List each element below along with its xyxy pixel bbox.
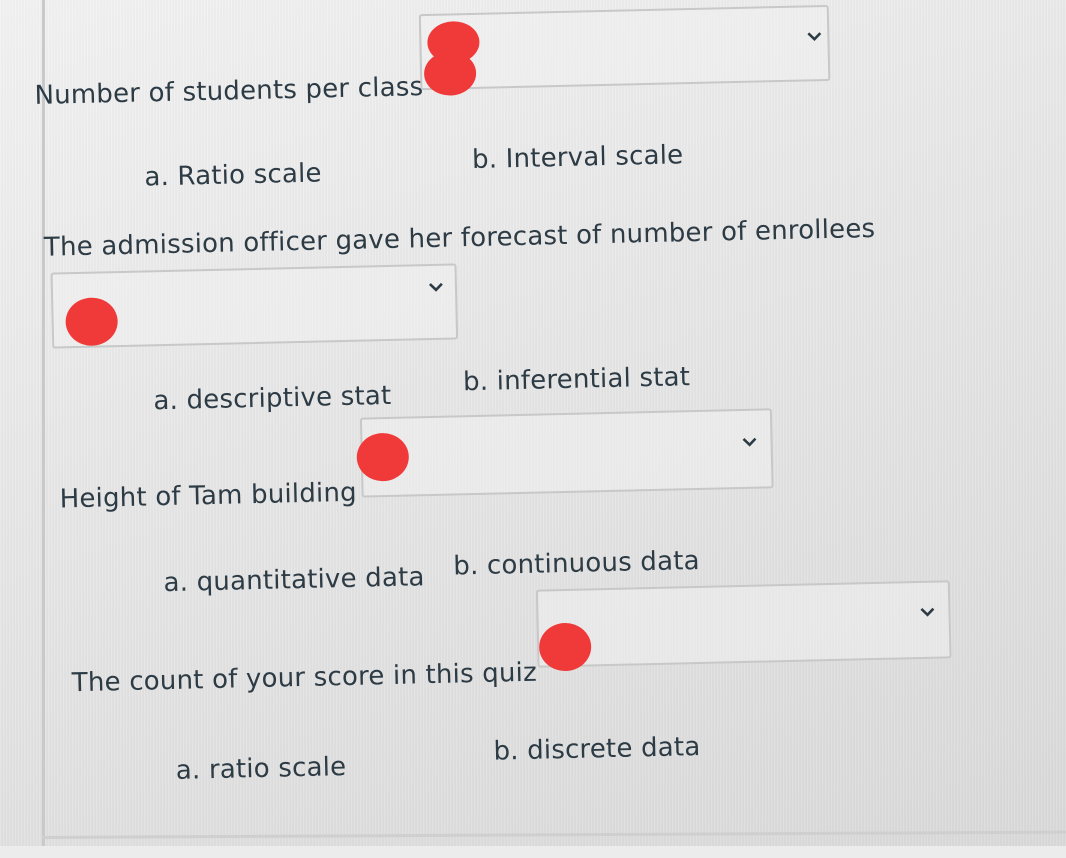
question-2-prompt: The admission officer gave her forecast … [43, 213, 876, 263]
chevron-down-icon [428, 282, 443, 292]
chevron-down-icon [920, 607, 935, 617]
question-1-option-b: b. Interval scale [471, 140, 684, 176]
redaction-dot [423, 50, 477, 97]
question-3-option-b: b. continuous data [452, 545, 701, 582]
question-3-option-a: a. quantitative data [163, 562, 425, 599]
question-1-option-a: a. Ratio scale [144, 158, 322, 193]
question-2-option-a: a. descriptive stat [153, 380, 392, 417]
question-4-prompt: The count of your score in this quiz [71, 657, 538, 699]
question-1-prompt: Number of students per class [34, 72, 424, 111]
question-2-option-b: b. inferential stat [462, 362, 691, 398]
quiz-page: Number of students per class a. Ratio sc… [0, 0, 1066, 858]
chevron-down-icon [807, 32, 822, 42]
question-3-dropdown[interactable] [359, 408, 774, 498]
question-4-dropdown[interactable] [535, 580, 952, 668]
question-4-option-a: a. ratio scale [175, 752, 347, 786]
question-3-prompt: Height of Tam building [59, 477, 358, 515]
chevron-down-icon [742, 437, 757, 447]
question-1-dropdown[interactable] [418, 4, 831, 91]
question-4-option-b: b. discrete data [493, 731, 701, 767]
